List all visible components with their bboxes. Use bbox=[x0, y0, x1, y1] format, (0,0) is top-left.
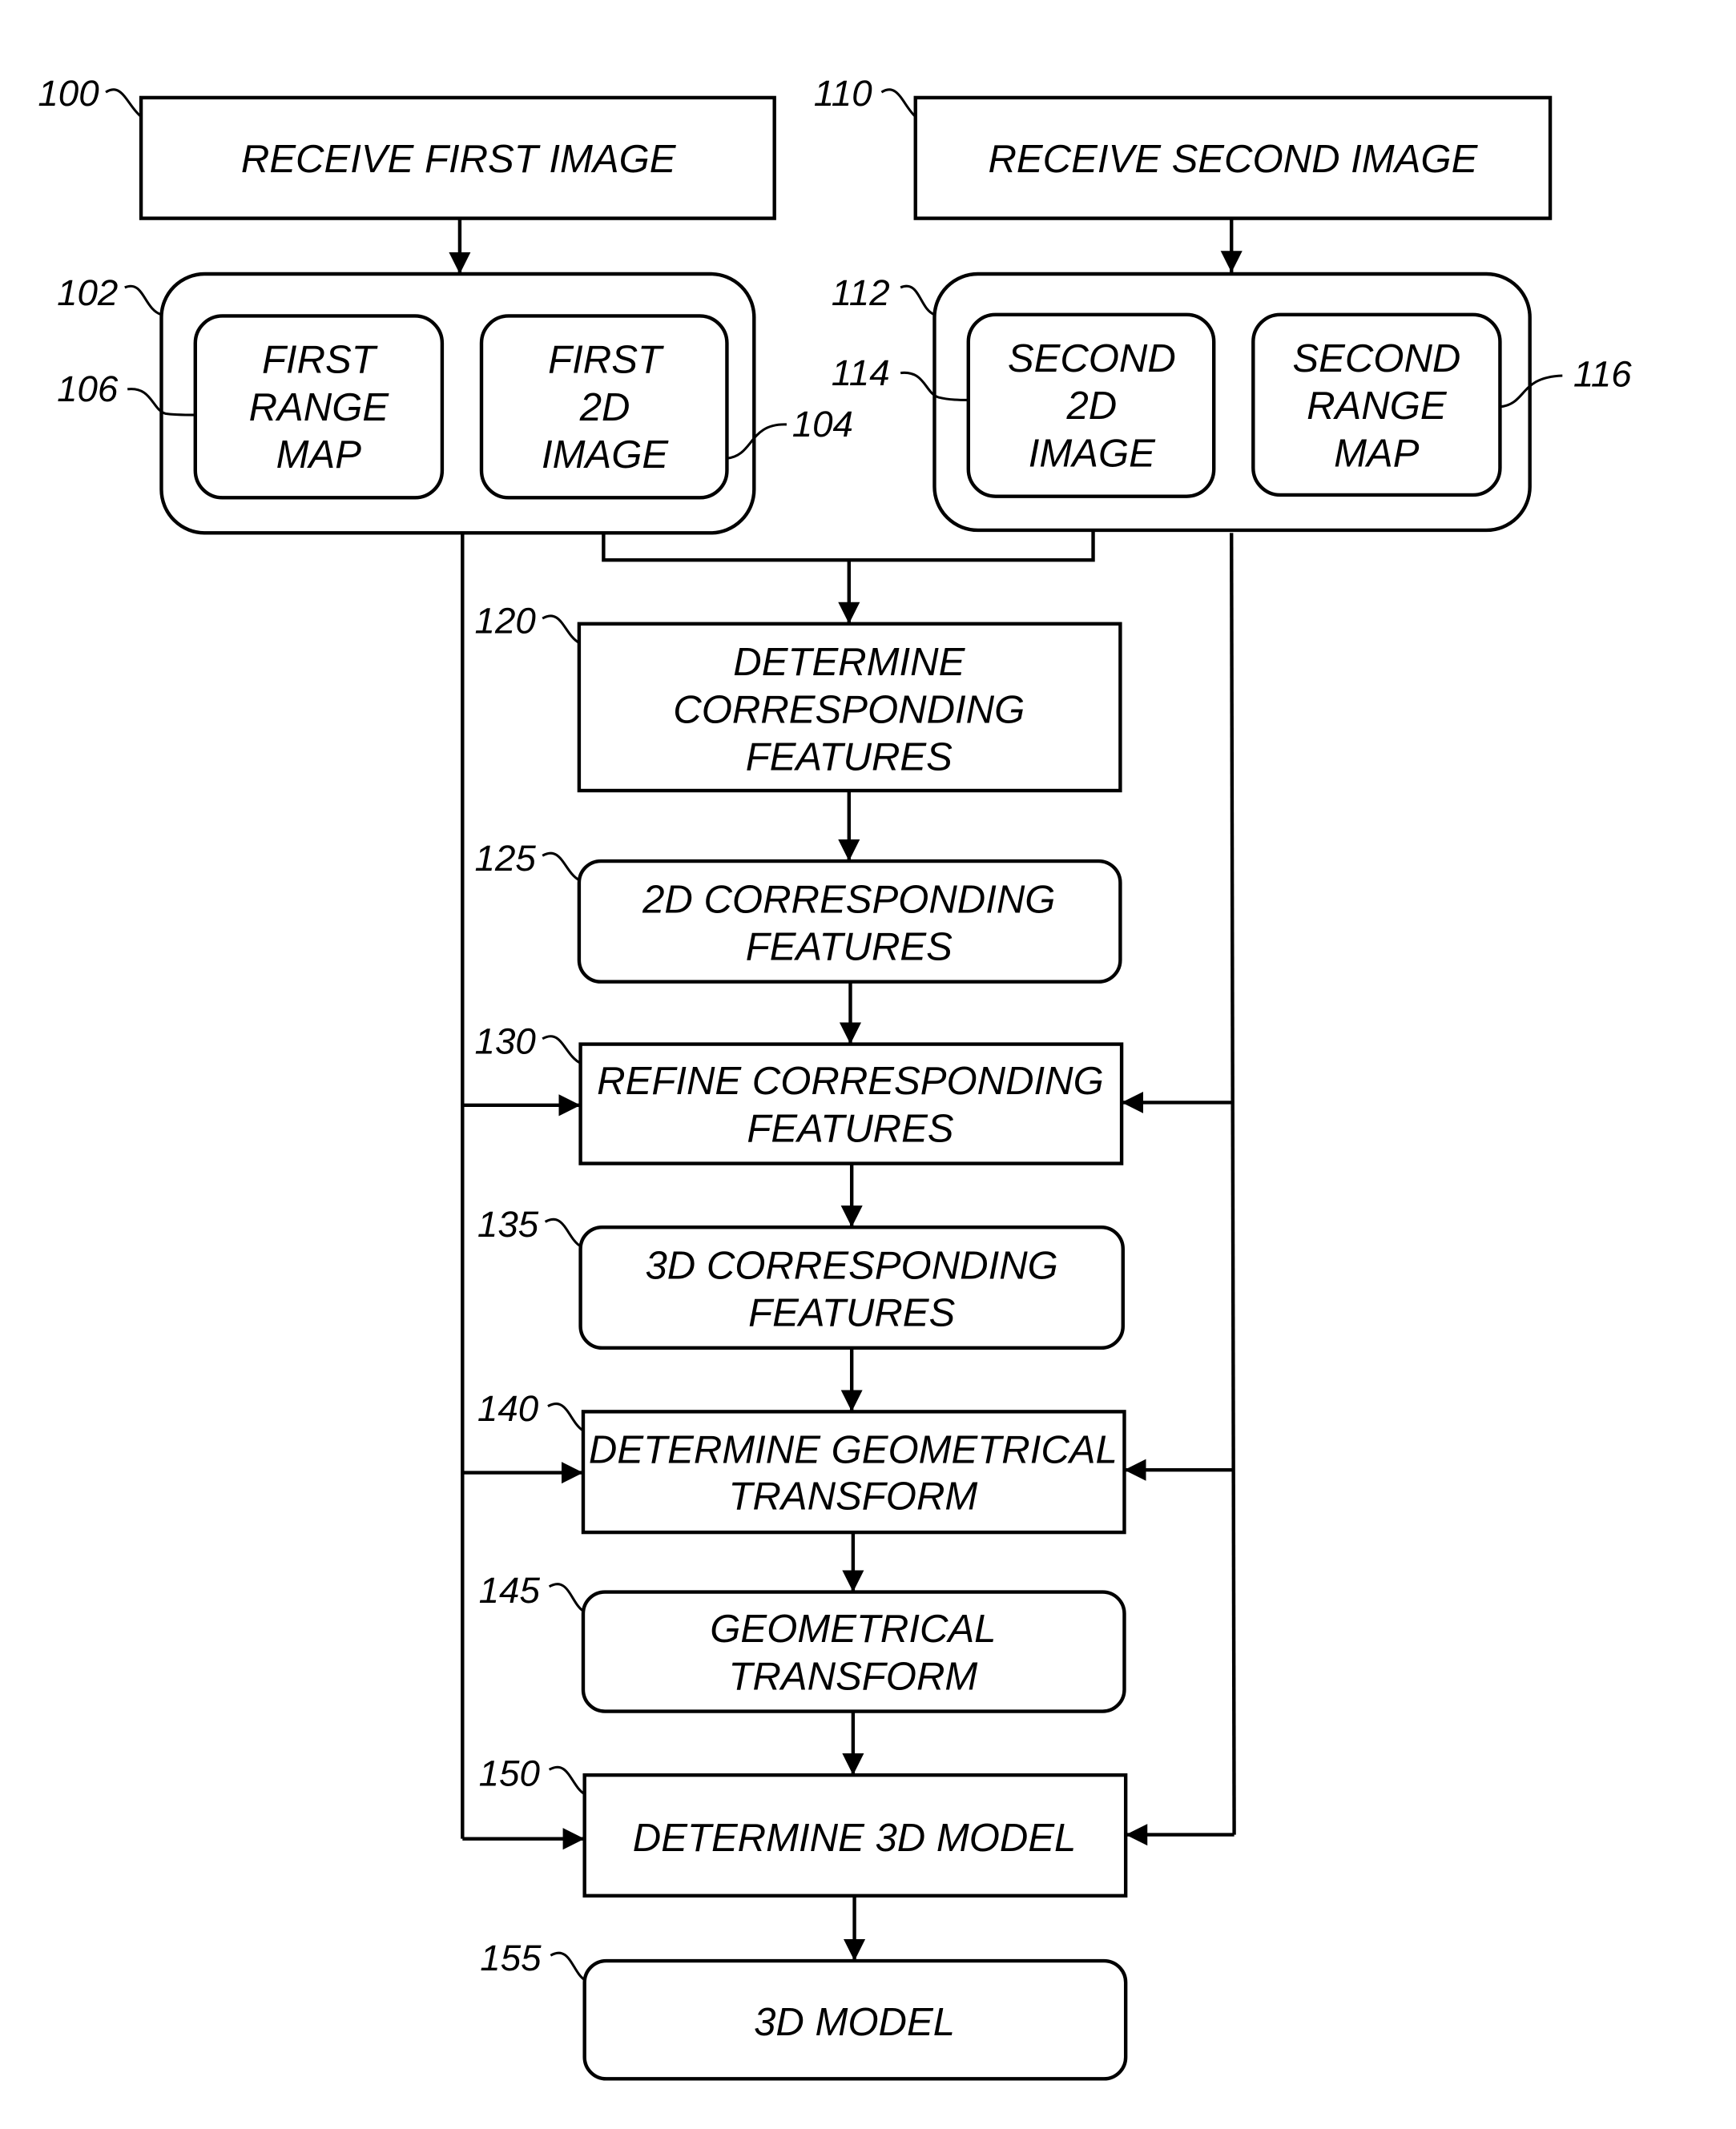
block-label: 3D CORRESPONDING bbox=[645, 1244, 1057, 1287]
block-label: FIRST bbox=[262, 339, 378, 382]
block-label: FEATURES bbox=[746, 926, 953, 969]
block-label: FIRST bbox=[548, 339, 664, 382]
block-first-range-map: FIRST RANGE MAP 106 bbox=[57, 314, 445, 500]
leader-line bbox=[542, 614, 580, 644]
block-label: MAP bbox=[1334, 432, 1420, 475]
block-3d-corresponding-features: 3D CORRESPONDING FEATURES 135 bbox=[477, 1204, 1125, 1350]
block-receive-first-image: RECEIVE FIRST IMAGE 100 bbox=[38, 73, 776, 220]
flowchart: RECEIVE FIRST IMAGE 100 RECEIVE SECOND I… bbox=[38, 73, 1632, 2081]
block-label: 2D bbox=[1065, 384, 1117, 428]
ref-numeral: 116 bbox=[1573, 354, 1632, 395]
block-label: DETERMINE 3D MODEL bbox=[633, 1817, 1077, 1860]
block-label: RANGE bbox=[1307, 384, 1448, 428]
block-label: RECEIVE SECOND IMAGE bbox=[988, 138, 1478, 181]
ref-numeral: 155 bbox=[480, 1938, 542, 1978]
block-label: DETERMINE GEOMETRICAL bbox=[589, 1429, 1118, 1472]
block-determine-geometrical-transform: DETERMINE GEOMETRICAL TRANSFORM 140 bbox=[477, 1388, 1126, 1535]
leader-line bbox=[124, 284, 163, 316]
block-second-2d-image: SECOND 2D IMAGE 114 bbox=[832, 312, 1216, 498]
block-label: FEATURES bbox=[746, 736, 953, 779]
ref-numeral: 125 bbox=[475, 838, 537, 879]
ref-numeral: 120 bbox=[475, 601, 537, 642]
block-label: GEOMETRICAL bbox=[710, 1608, 996, 1651]
block-determine-corresponding-features: DETERMINE CORRESPONDING FEATURES 120 bbox=[475, 601, 1122, 793]
block-label: RANGE bbox=[249, 386, 390, 429]
leader-line bbox=[548, 1583, 584, 1612]
leader-line bbox=[544, 1217, 582, 1248]
block-label: DETERMINE bbox=[733, 641, 965, 684]
block-label: TRANSFORM bbox=[728, 1655, 977, 1698]
block-second-range-map: SECOND RANGE MAP 116 bbox=[1251, 312, 1632, 497]
block-label: FEATURES bbox=[748, 1292, 955, 1335]
block-3d-model: 3D MODEL 155 bbox=[480, 1938, 1128, 2081]
ref-numeral: 112 bbox=[832, 272, 890, 313]
leader-line bbox=[547, 1403, 584, 1432]
ref-numeral: 135 bbox=[477, 1204, 539, 1245]
block-label: SECOND bbox=[1008, 337, 1176, 380]
ref-numeral: 130 bbox=[475, 1020, 537, 1061]
ref-numeral: 110 bbox=[814, 73, 872, 114]
ref-numeral: 150 bbox=[479, 1753, 541, 1794]
right-bus bbox=[1230, 533, 1236, 1835]
ref-numeral: 140 bbox=[477, 1388, 539, 1429]
block-label: 3D MODEL bbox=[754, 2001, 955, 2044]
block-label: FEATURES bbox=[747, 1107, 953, 1150]
block-label: RECEIVE FIRST IMAGE bbox=[241, 138, 677, 181]
block-refine-corresponding-features: REFINE CORRESPONDING FEATURES 130 bbox=[475, 1020, 1124, 1165]
block-label: CORRESPONDING bbox=[673, 688, 1025, 731]
block-geometrical-transform: GEOMETRICAL TRANSFORM 145 bbox=[479, 1570, 1126, 1713]
leader-line bbox=[880, 88, 916, 118]
block-2d-corresponding-features: 2D CORRESPONDING FEATURES 125 bbox=[475, 838, 1122, 984]
ref-numeral: 114 bbox=[832, 352, 890, 393]
block-receive-second-image: RECEIVE SECOND IMAGE 110 bbox=[814, 73, 1553, 220]
block-label: IMAGE bbox=[542, 433, 669, 477]
leader-line bbox=[550, 1951, 586, 1982]
block-label: 2D bbox=[579, 386, 630, 429]
block-label: REFINE CORRESPONDING bbox=[597, 1060, 1104, 1103]
block-label: IMAGE bbox=[1029, 432, 1156, 475]
leader-line bbox=[105, 88, 143, 118]
block-determine-3d-model: DETERMINE 3D MODEL 150 bbox=[479, 1753, 1128, 1898]
leader-line bbox=[542, 851, 580, 882]
leader-line bbox=[548, 1765, 586, 1796]
block-label: 2D CORRESPONDING bbox=[642, 878, 1055, 921]
ref-numeral: 106 bbox=[57, 368, 119, 409]
block-first-2d-image: FIRST 2D IMAGE 104 bbox=[479, 314, 853, 500]
ref-numeral: 100 bbox=[38, 73, 99, 114]
ref-numeral: 145 bbox=[479, 1570, 541, 1611]
ref-numeral: 104 bbox=[792, 404, 853, 445]
leader-line bbox=[542, 1035, 582, 1064]
block-label: TRANSFORM bbox=[728, 1475, 977, 1518]
ref-numeral: 102 bbox=[57, 272, 118, 313]
block-label: SECOND bbox=[1292, 337, 1460, 380]
leader-line bbox=[900, 284, 936, 316]
block-label: MAP bbox=[276, 433, 362, 477]
